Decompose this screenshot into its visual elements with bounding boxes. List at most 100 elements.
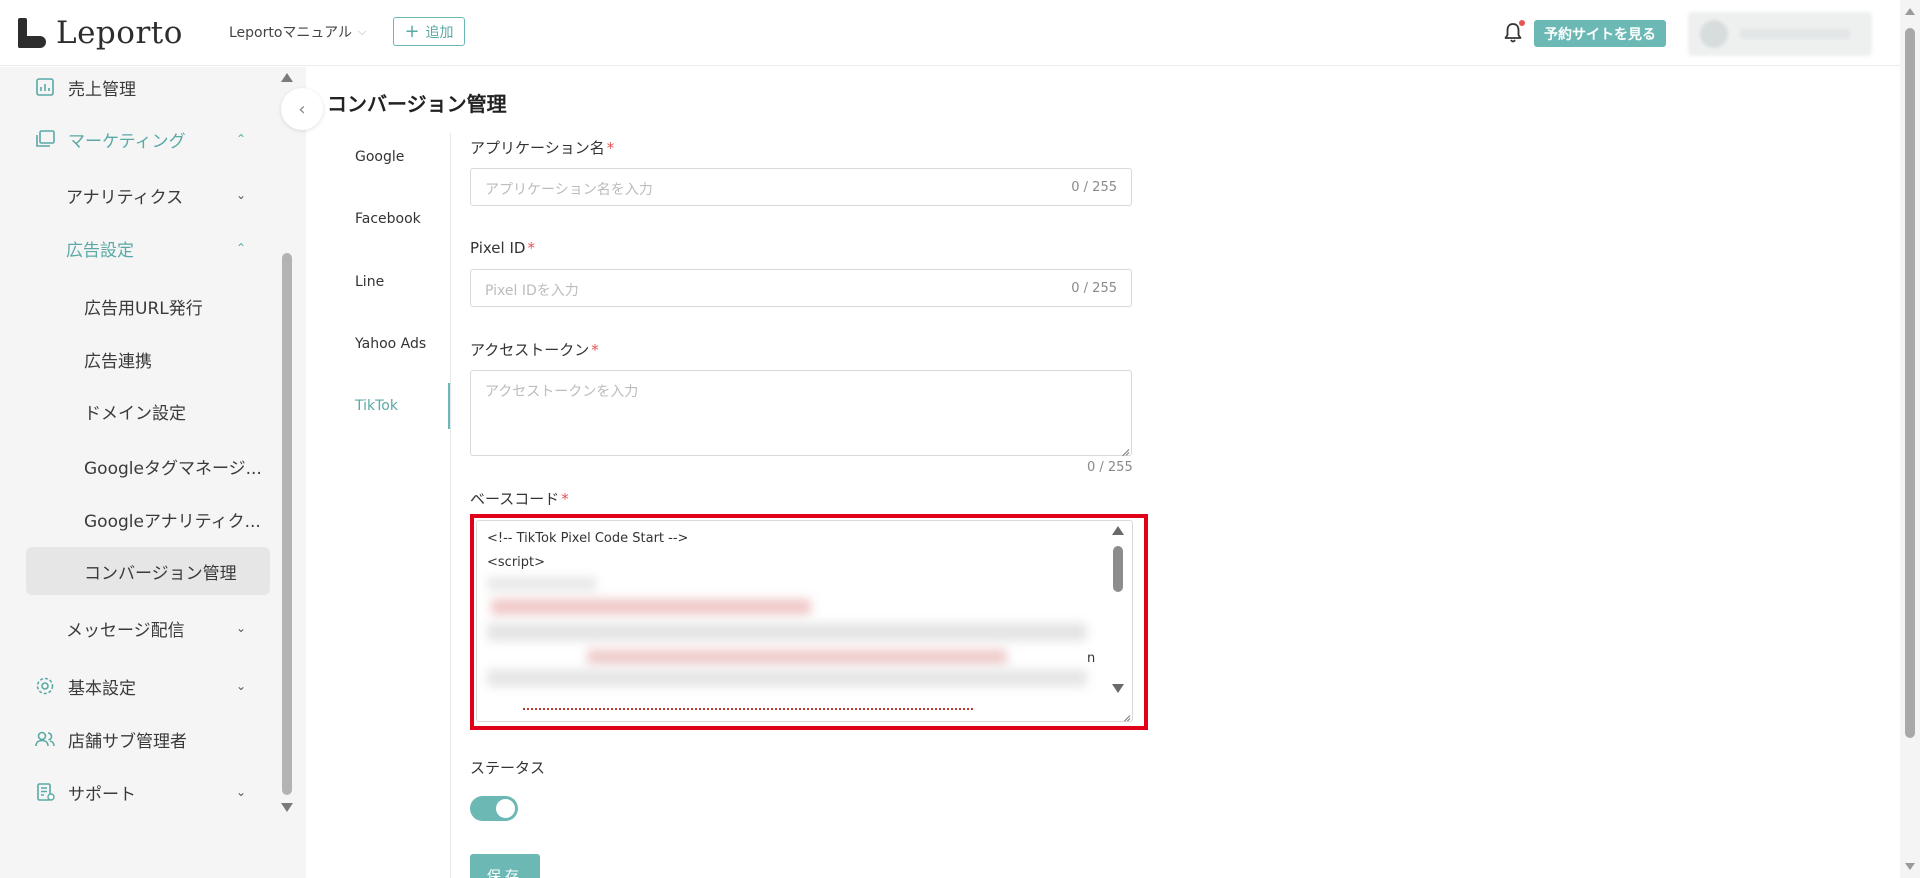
redacted-code: [523, 708, 973, 716]
chevron-up-icon: ⌃: [236, 132, 247, 146]
resize-handle-icon[interactable]: [1119, 443, 1129, 453]
sidebar-item-basic-settings[interactable]: 基本設定 ⌄: [0, 666, 270, 706]
logo[interactable]: Leporto: [18, 14, 183, 52]
scroll-down-arrow-icon[interactable]: [1112, 684, 1124, 693]
chevron-down-icon: ⌵: [358, 25, 367, 38]
sidebar-item-label: 店舗サブ管理者: [68, 731, 187, 752]
layers-icon: [36, 130, 55, 147]
top-header: Leporto Leportoマニュアル ⌵ + 追加 予約サイトを見る: [0, 0, 1900, 66]
app-name-placeholder: アプリケーション名を入力: [485, 182, 653, 198]
sidebar-item-ad-integration[interactable]: 広告連携: [0, 339, 270, 379]
pixel-id-placeholder: Pixel IDを入力: [485, 283, 579, 299]
app-name-label: アプリケーション名 *: [470, 139, 615, 157]
add-button-label: 追加: [425, 24, 454, 41]
scroll-up-arrow-icon[interactable]: [1905, 8, 1915, 15]
sidebar-item-label: コンバージョン管理: [84, 563, 237, 584]
sidebar-item-label: 広告設定: [66, 240, 134, 261]
user-account-menu[interactable]: [1688, 12, 1872, 56]
redacted-code: [487, 623, 1087, 641]
sidebar-item-label: 売上管理: [68, 79, 136, 100]
redacted-code: [491, 599, 811, 615]
sidebar-item-label: サポート: [68, 784, 136, 805]
access-token-textarea[interactable]: アクセストークンを入力: [470, 370, 1132, 456]
chevron-down-icon: ⌄: [236, 785, 247, 799]
active-tab-indicator: [448, 383, 450, 429]
sidebar-item-sales[interactable]: 売上管理: [0, 67, 270, 107]
plus-icon: +: [404, 20, 420, 42]
status-label: ステータス: [470, 759, 546, 777]
sidebar-item-label: 広告連携: [84, 351, 152, 372]
sidebar-item-ad-url[interactable]: 広告用URL発行: [0, 286, 270, 326]
notification-dot: [1519, 20, 1525, 26]
scrollbar-thumb[interactable]: [1905, 28, 1915, 738]
sidebar-item-marketing[interactable]: マーケティング ⌃: [0, 119, 270, 159]
access-token-char-count: 0 / 255: [1087, 460, 1133, 475]
sidebar-item-ad-settings[interactable]: 広告設定 ⌃: [0, 228, 270, 268]
pixel-id-char-count: 0 / 255: [1071, 281, 1117, 296]
sidebar-scrollbar[interactable]: [280, 67, 294, 817]
add-button[interactable]: + 追加: [393, 17, 465, 46]
tab-google[interactable]: Google: [355, 149, 404, 165]
pixel-id-input[interactable]: Pixel IDを入力 0 / 255: [470, 269, 1132, 307]
tab-facebook[interactable]: Facebook: [355, 211, 421, 227]
base-code-textarea[interactable]: <!-- TikTok Pixel Code Start --> <script…: [476, 520, 1133, 722]
sidebar-item-ga[interactable]: Googleアナリティク...: [0, 499, 270, 539]
sidebar-item-label: 基本設定: [68, 678, 136, 699]
sidebar-item-label: アナリティクス: [66, 187, 184, 208]
chevron-down-icon: ⌄: [236, 679, 247, 693]
sidebar-item-domain[interactable]: ドメイン設定: [0, 391, 270, 431]
chevron-down-icon: ⌄: [236, 188, 247, 202]
bar-chart-icon: [36, 78, 54, 96]
access-token-label: アクセストークン *: [470, 341, 599, 359]
sidebar: 売上管理 マーケティング ⌃ アナリティクス ⌄ 広告設定 ⌃ 広告用URL発行…: [0, 67, 306, 878]
toggle-knob: [496, 799, 515, 818]
status-toggle[interactable]: [470, 796, 518, 821]
chevron-left-icon: ‹: [298, 98, 306, 120]
save-button[interactable]: 保存: [470, 854, 540, 878]
site-select-dropdown[interactable]: Leportoマニュアル ⌵: [229, 22, 366, 42]
scroll-up-arrow-icon[interactable]: [281, 73, 293, 82]
code-line: <script>: [487, 555, 546, 570]
sidebar-item-support[interactable]: サポート ⌄: [0, 772, 270, 812]
chevron-down-icon: ⌄: [236, 621, 247, 635]
scroll-down-arrow-icon[interactable]: [1905, 863, 1915, 870]
scrollbar-thumb[interactable]: [282, 253, 292, 795]
code-line: <!-- TikTok Pixel Code Start -->: [487, 531, 689, 546]
redacted-code: [587, 649, 1007, 665]
tab-yahoo-ads[interactable]: Yahoo Ads: [355, 336, 426, 352]
base-code-label: ベースコード *: [470, 490, 569, 508]
sidebar-item-label: ドメイン設定: [84, 403, 186, 424]
sidebar-item-analytics[interactable]: アナリティクス ⌄: [0, 175, 270, 215]
page-scrollbar[interactable]: [1900, 0, 1920, 878]
sidebar-item-conversion[interactable]: コンバージョン管理: [26, 547, 270, 595]
users-icon: [35, 731, 55, 747]
view-reservation-site-button[interactable]: 予約サイトを見る: [1534, 20, 1666, 47]
redacted-code: [487, 669, 1087, 687]
collapse-sidebar-button[interactable]: ‹: [281, 88, 323, 130]
code-scrollbar[interactable]: [1108, 524, 1128, 696]
sidebar-item-sub-admins[interactable]: 店舗サブ管理者: [0, 719, 270, 759]
document-icon: [37, 783, 55, 801]
sidebar-item-label: Googleアナリティク...: [84, 511, 261, 532]
sidebar-item-gtm[interactable]: Googleタグマネージ...: [0, 446, 270, 486]
tab-divider: [450, 133, 451, 878]
logo-mark-icon: [18, 18, 48, 48]
sidebar-item-label: 広告用URL発行: [84, 298, 203, 319]
sidebar-item-label: メッセージ配信: [66, 620, 185, 641]
code-line: n: [1087, 651, 1096, 666]
scroll-up-arrow-icon[interactable]: [1112, 526, 1124, 535]
pixel-id-label: Pixel ID *: [470, 239, 535, 257]
scrollbar-thumb[interactable]: [1113, 546, 1123, 592]
resize-handle-icon[interactable]: [1120, 709, 1130, 719]
tab-line[interactable]: Line: [355, 274, 384, 290]
page-title: コンバージョン管理: [327, 92, 507, 116]
chevron-up-icon: ⌃: [236, 241, 247, 255]
access-token-placeholder: アクセストークンを入力: [485, 384, 639, 400]
app-name-input[interactable]: アプリケーション名を入力 0 / 255: [470, 168, 1132, 206]
tab-tiktok[interactable]: TikTok: [355, 398, 398, 414]
sidebar-item-label: Googleタグマネージ...: [84, 458, 262, 479]
sidebar-item-messages[interactable]: メッセージ配信 ⌄: [0, 608, 270, 648]
scroll-down-arrow-icon[interactable]: [281, 803, 293, 812]
gear-icon: [36, 677, 54, 695]
logo-text: Leporto: [56, 15, 183, 51]
